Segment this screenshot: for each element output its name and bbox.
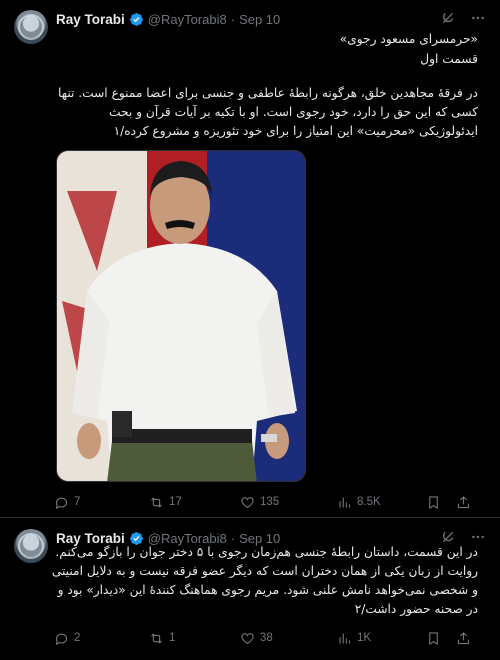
tweet-title-line-2: قسمت اول (420, 52, 478, 66)
repost-count: 1 (169, 632, 176, 644)
tweet-header: Ray Torabi @RayTorabi8 · Sep 10 (56, 10, 280, 28)
like-count: 135 (260, 496, 280, 508)
tweet-body: در این قسمت، داستان رابطهٔ جنسی هم‌زمان … (51, 545, 478, 616)
bookmark-icon (429, 495, 438, 509)
view-count: 8.5K (357, 496, 381, 508)
views-icon (339, 633, 351, 643)
avatar[interactable] (14, 10, 48, 44)
share-icon (457, 631, 470, 644)
reply-count: 7 (74, 496, 81, 508)
like-button[interactable]: 135 (240, 495, 279, 510)
separator: · (230, 11, 236, 27)
author-handle[interactable]: @RayTorabi8 (148, 12, 227, 27)
header-icons (440, 10, 486, 26)
verified-badge-icon (129, 12, 143, 26)
tweet-title-line-1: «حرمسرای مسعود رجوی» (339, 32, 478, 46)
views-icon (339, 497, 351, 507)
views-button[interactable]: 1K (337, 631, 371, 646)
share-icon (457, 495, 470, 508)
author-name[interactable]: Ray Torabi (56, 12, 125, 27)
share-button[interactable] (456, 631, 471, 646)
action-bar: 2 1 38 1K (54, 629, 474, 647)
action-bar: 7 17 135 8.5K (54, 493, 474, 511)
photo-illustration (57, 151, 305, 481)
repost-button[interactable]: 1 (149, 631, 175, 646)
bookmark-button[interactable] (426, 631, 441, 646)
reply-count: 2 (74, 632, 81, 644)
tweet-date[interactable]: Sep 10 (239, 12, 280, 27)
like-icon (241, 496, 254, 508)
like-icon (241, 632, 254, 644)
views-button[interactable]: 8.5K (337, 495, 381, 510)
reply-button[interactable]: 2 (54, 631, 80, 646)
reply-icon (55, 497, 68, 509)
like-button[interactable]: 38 (240, 631, 273, 646)
tweet-photo[interactable] (56, 150, 306, 482)
like-count: 38 (260, 632, 273, 644)
bookmark-icon (429, 631, 438, 645)
view-count: 1K (357, 632, 372, 644)
reply-button[interactable]: 7 (54, 495, 80, 510)
repost-count: 17 (169, 496, 182, 508)
grok-icon[interactable] (440, 10, 456, 26)
share-button[interactable] (456, 495, 471, 510)
avatar[interactable] (14, 529, 48, 563)
reply-icon (55, 633, 68, 645)
more-icon[interactable] (470, 10, 486, 26)
repost-icon (151, 632, 162, 644)
bookmark-button[interactable] (426, 495, 441, 510)
repost-button[interactable]: 17 (149, 495, 182, 510)
tweet-1[interactable]: Ray Torabi @RayTorabi8 · Sep 10 «حرمسرای… (0, 0, 500, 518)
tweet-body: در فرقهٔ مجاهدین خلق، هرگونه رابطهٔ عاطف… (57, 86, 478, 138)
repost-icon (151, 496, 162, 508)
